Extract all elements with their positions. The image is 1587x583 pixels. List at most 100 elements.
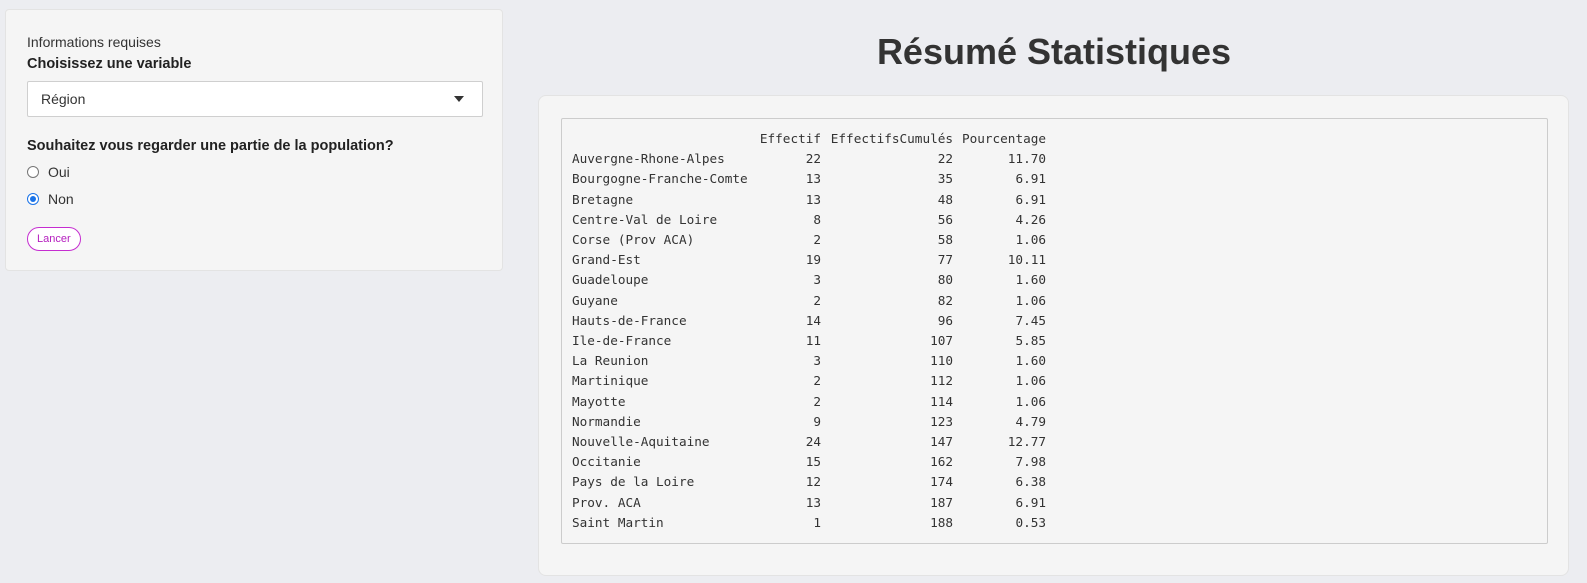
row-label: Hauts-de-France [572, 312, 687, 328]
sidebar-panel: Informations requises Choisissez une var… [5, 9, 503, 271]
table-cell: 13 [805, 171, 821, 187]
table-row: Guadeloupe 3 80 1.60 [572, 270, 1046, 290]
table-cell: 6.91 [1015, 171, 1046, 187]
table-cell: 22 [805, 151, 821, 167]
table-cell: 12.77 [1007, 434, 1046, 450]
table-cell: 3 [813, 353, 821, 369]
table-cell: 2 [813, 292, 821, 308]
table-row: Martinique 2 112 1.06 [572, 371, 1046, 391]
row-label: Auvergne-Rhone-Alpes [572, 151, 725, 167]
row-label: Ile-de-France [572, 333, 672, 349]
table-row: Auvergne-Rhone-Alpes 22 22 11.70 [572, 149, 1046, 169]
stats-output: Effectif EffectifsCumulés Pourcentage Au… [561, 118, 1548, 544]
table-row: Bourgogne-Franche-Comte 13 35 6.91 [572, 169, 1046, 189]
row-label: Nouvelle-Aquitaine [572, 434, 710, 450]
table-cell: 3 [813, 272, 821, 288]
main-panel: Effectif EffectifsCumulés Pourcentage Au… [538, 95, 1569, 576]
table-cell: 187 [930, 494, 953, 510]
section-label: Informations requises [27, 34, 161, 50]
table-cell: 2 [813, 393, 821, 409]
table-cell: 22 [937, 151, 953, 167]
table-cell: 5.85 [1015, 333, 1046, 349]
table-cell: 10.11 [1007, 252, 1046, 268]
variable-select-value: Région [41, 91, 86, 107]
variable-label: Choisissez une variable [27, 56, 192, 72]
table-cell: 1 [813, 514, 821, 530]
table-row: Prov. ACA 13 187 6.91 [572, 493, 1046, 513]
table-cell: 4.79 [1015, 413, 1046, 429]
row-label: Grand-Est [572, 252, 641, 268]
row-label: Prov. ACA [572, 494, 641, 510]
row-label: Bretagne [572, 191, 634, 207]
table-cell: 1.60 [1015, 353, 1046, 369]
table-cell: 15 [805, 454, 821, 470]
table-cell: 58 [937, 232, 953, 248]
table-cell: 114 [930, 393, 953, 409]
variable-select[interactable]: Région [27, 81, 483, 117]
radio-button-oui[interactable] [27, 166, 39, 178]
column-header [572, 129, 758, 149]
stats-table: Effectif EffectifsCumulés Pourcentage Au… [572, 129, 1046, 533]
table-cell: 77 [937, 252, 953, 268]
table-cell: 19 [805, 252, 821, 268]
row-label: Guyane [572, 292, 618, 308]
row-label: Martinique [572, 373, 649, 389]
table-cell: 4.26 [1015, 211, 1046, 227]
table-cell: 7.98 [1015, 454, 1046, 470]
table-cell: 162 [930, 454, 953, 470]
table-cell: 107 [930, 333, 953, 349]
table-cell: 11 [805, 333, 821, 349]
table-cell: 110 [930, 353, 953, 369]
table-body: Auvergne-Rhone-Alpes 22 22 11.70 Bourgogne-F… [572, 149, 1046, 533]
caret-down-icon [454, 96, 464, 102]
radio-non[interactable]: Non [27, 189, 481, 209]
table-row: Corse (Prov ACA) 2 58 1.06 [572, 230, 1046, 250]
population-question: Souhaitez vous regarder une partie de la… [27, 138, 394, 154]
table-cell: 82 [937, 292, 953, 308]
page-title: Résumé Statistiques [876, 31, 1232, 72]
table-cell: 9 [813, 413, 821, 429]
table-cell: 1.06 [1015, 393, 1046, 409]
row-label: Pays de la Loire [572, 474, 695, 490]
table-cell: 188 [930, 514, 953, 530]
table-cell: 1.06 [1015, 232, 1046, 248]
table-row: Nouvelle-Aquitaine 24 147 12.77 [572, 432, 1046, 452]
table-cell: 6.91 [1015, 494, 1046, 510]
row-label: Guadeloupe [572, 272, 649, 288]
table-row: Grand-Est 19 77 10.11 [572, 250, 1046, 270]
table-cell: 1.06 [1015, 292, 1046, 308]
radio-label-non: Non [48, 191, 74, 207]
row-label: Occitanie [572, 454, 641, 470]
row-label: Centre-Val de Loire [572, 211, 718, 227]
table-cell: 2 [813, 232, 821, 248]
table-cell: 48 [937, 191, 953, 207]
table-cell: 6.38 [1015, 474, 1046, 490]
table-cell: 1.60 [1015, 272, 1046, 288]
table-row: Centre-Val de Loire 8 56 4.26 [572, 210, 1046, 230]
radio-oui[interactable]: Oui [27, 162, 481, 182]
table-cell: 35 [937, 171, 953, 187]
run-button[interactable]: Lancer [27, 227, 81, 251]
table-cell: 147 [930, 434, 953, 450]
table-row: Bretagne 13 48 6.91 [572, 190, 1046, 210]
table-row: Mayotte 2 114 1.06 [572, 392, 1046, 412]
table-cell: 6.91 [1015, 191, 1046, 207]
table-cell: 174 [930, 474, 953, 490]
table-cell: 96 [937, 312, 953, 328]
radio-button-non[interactable] [27, 193, 39, 205]
table-row: Occitanie 15 162 7.98 [572, 452, 1046, 472]
table-row: Pays de la Loire 12 174 6.38 [572, 472, 1046, 492]
table-row: La Reunion 3 110 1.60 [572, 351, 1046, 371]
row-label: Mayotte [572, 393, 626, 409]
table-header-row: Effectif EffectifsCumulés Pourcentage [572, 129, 1046, 149]
table-cell: 112 [930, 373, 953, 389]
table-row: Normandie 9 123 4.79 [572, 412, 1046, 432]
table-cell: 123 [930, 413, 953, 429]
table-row: Hauts-de-France 14 96 7.45 [572, 311, 1046, 331]
table-cell: 24 [805, 434, 821, 450]
column-header: EffectifsCumulés [830, 131, 953, 146]
row-label: Corse (Prov ACA) [572, 232, 695, 248]
row-label: Saint Martin [572, 514, 664, 530]
table-cell: 2 [813, 373, 821, 389]
table-cell: 56 [937, 211, 953, 227]
